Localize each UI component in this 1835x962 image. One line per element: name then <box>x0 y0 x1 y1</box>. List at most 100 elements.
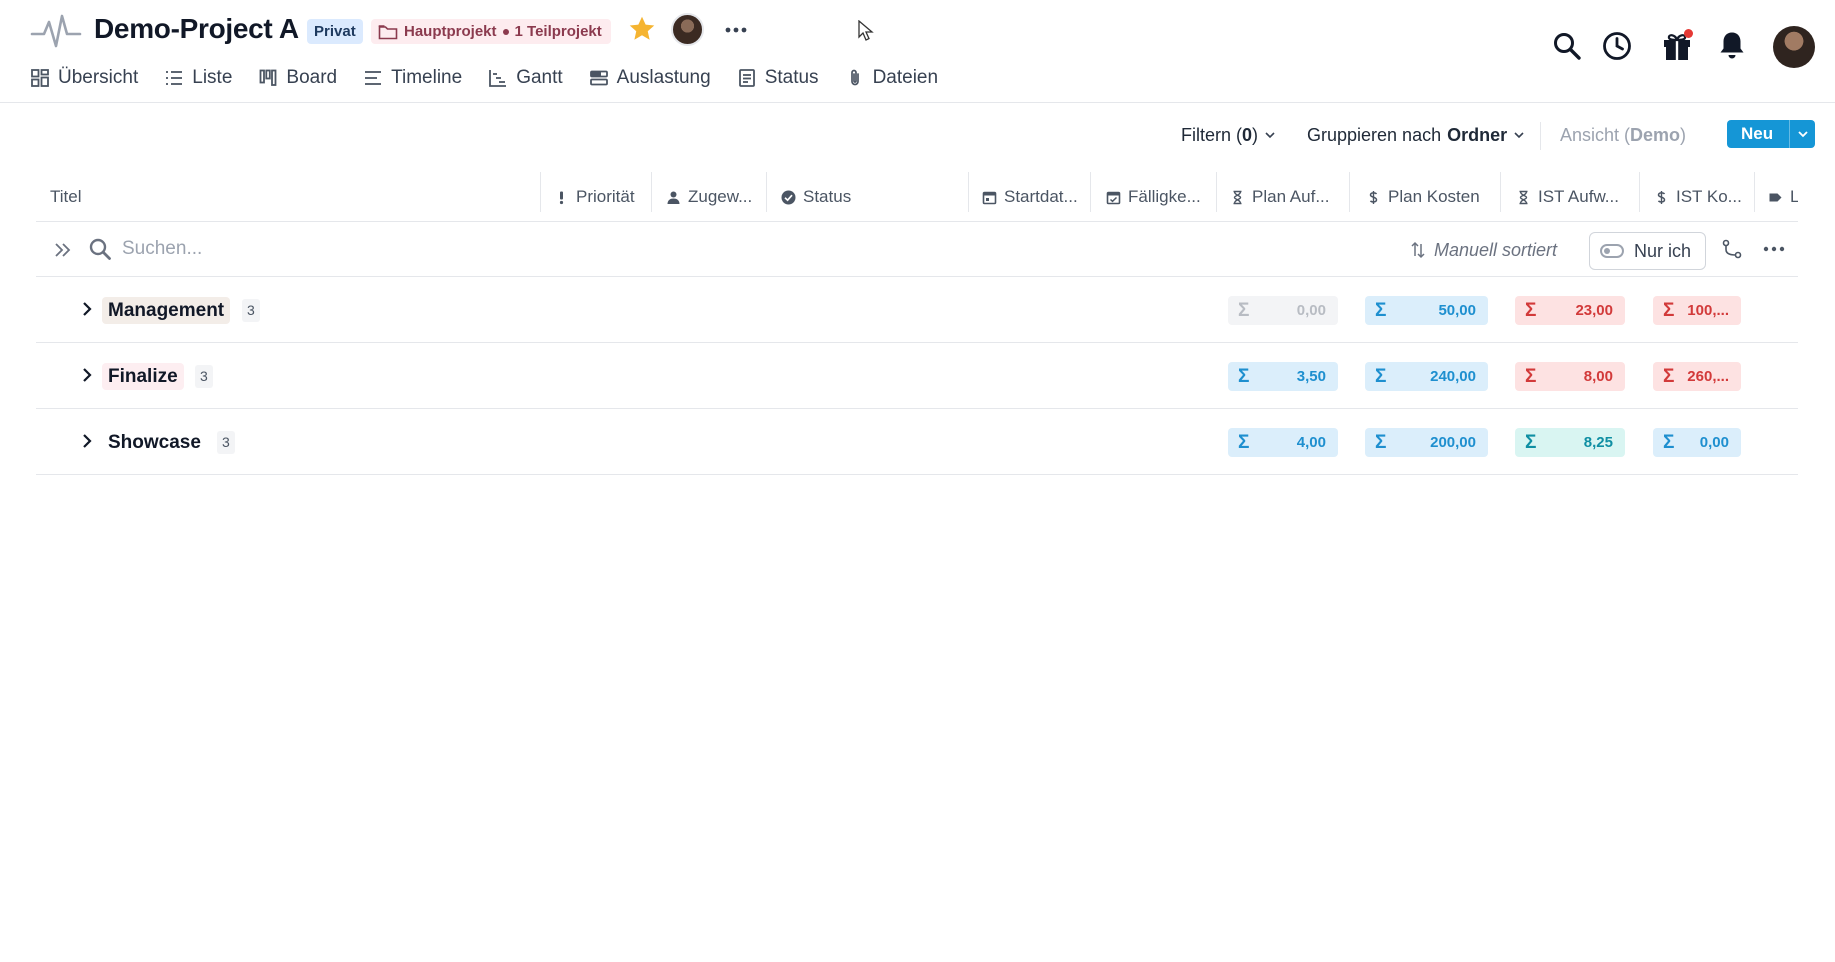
list-icon <box>166 71 183 85</box>
column-plan-effort[interactable]: Plan Auf... <box>1230 172 1340 222</box>
priority-exclamation-icon <box>559 191 564 204</box>
user-avatar[interactable] <box>1773 26 1815 68</box>
only-me-label: Nur ich <box>1634 240 1692 261</box>
group-row-management[interactable]: Management 3 Σ 0,00 Σ 50,00 Σ 23,00 Σ 100,..… <box>36 277 1798 343</box>
tab-board[interactable]: Board <box>258 64 337 92</box>
tab-list[interactable]: Liste <box>164 64 232 92</box>
dollar-icon <box>1657 190 1666 204</box>
tab-gantt[interactable]: Gantt <box>488 64 563 92</box>
search-icon[interactable] <box>1550 29 1584 63</box>
sum-actual-cost: Σ 100,... <box>1653 296 1741 325</box>
column-actual-cost[interactable]: IST Ko... <box>1654 172 1754 222</box>
subproject-count: 1 Teilprojekt <box>514 23 602 40</box>
tab-timeline[interactable]: Timeline <box>363 64 462 92</box>
group-name[interactable]: Management <box>102 297 231 324</box>
column-separator <box>766 172 767 212</box>
column-plan-cost[interactable]: Plan Kosten <box>1366 172 1506 222</box>
column-separator <box>1639 172 1640 212</box>
sum-plan-effort: Σ 0,00 <box>1228 296 1338 325</box>
group-name[interactable]: Showcase <box>102 429 207 456</box>
sum-plan-cost: Σ 50,00 <box>1365 296 1488 325</box>
column-separator <box>968 172 969 212</box>
tab-files[interactable]: Dateien <box>845 64 938 92</box>
pulse-logo-icon <box>30 14 82 48</box>
top-bar: Demo-Project A Privat Hauptprojekt 1 Tei… <box>0 0 1835 68</box>
chevron-right-icon[interactable] <box>78 432 96 450</box>
column-separator <box>1500 172 1501 212</box>
new-dropdown-toggle[interactable] <box>1790 128 1815 140</box>
chevron-right-icon[interactable] <box>78 366 96 384</box>
view-selector[interactable]: Ansicht (Demo) <box>1560 120 1686 150</box>
check-circle-icon <box>781 190 796 204</box>
sum-actual-cost: Σ 260,... <box>1653 362 1741 391</box>
tab-overview-label: Übersicht <box>58 67 139 88</box>
notification-bell-icon[interactable] <box>1715 29 1749 63</box>
sum-actual-cost: Σ 0,00 <box>1653 428 1741 457</box>
new-button[interactable]: Neu <box>1727 120 1815 148</box>
chevron-right-icon[interactable] <box>78 300 96 318</box>
sum-actual-effort: Σ 8,25 <box>1515 428 1625 457</box>
chevron-down-icon <box>1265 132 1275 139</box>
column-assignee[interactable]: Zugew... <box>666 172 786 222</box>
column-separator <box>1216 172 1217 212</box>
group-name[interactable]: Finalize <box>102 363 184 390</box>
search-icon <box>89 238 111 260</box>
column-priority[interactable]: Priorität <box>554 172 654 222</box>
view-value: Demo <box>1630 124 1681 145</box>
only-me-toggle[interactable]: Nur ich <box>1589 232 1706 270</box>
separator-dot <box>502 28 509 35</box>
gantt-icon <box>489 70 507 87</box>
column-actual-effort[interactable]: IST Aufw... <box>1516 172 1626 222</box>
group-row-showcase[interactable]: Showcase 3 Σ 4,00 Σ 200,00 Σ 8,25 Σ 0,00 <box>36 409 1798 475</box>
chevron-down-icon <box>1514 132 1524 139</box>
favorite-star-icon[interactable] <box>627 14 657 44</box>
column-start-date[interactable]: Startdat... <box>982 172 1082 222</box>
workload-icon <box>589 70 608 86</box>
tab-status[interactable]: Status <box>737 64 819 92</box>
person-icon <box>667 191 680 204</box>
column-due-date[interactable]: Fälligke... <box>1106 172 1206 222</box>
sum-plan-cost: Σ 200,00 <box>1365 428 1488 457</box>
sort-button[interactable]: Manuell sortiert <box>1410 236 1557 264</box>
new-button-label: Neu <box>1741 124 1774 143</box>
column-header-row: Titel Priorität Zugew... Status Startdat… <box>36 172 1798 222</box>
mouse-cursor-icon <box>858 20 874 41</box>
column-separator <box>1090 172 1091 212</box>
column-status[interactable]: Status <box>781 172 931 222</box>
label-tag-icon <box>1769 193 1782 201</box>
tab-workload[interactable]: Auslastung <box>589 64 711 92</box>
column-separator <box>1349 172 1350 212</box>
group-row-finalize[interactable]: Finalize 3 Σ 3,50 Σ 240,00 Σ 8,00 Σ 260,... <box>36 343 1798 409</box>
paperclip-icon <box>850 69 859 86</box>
tab-list-label: Liste <box>192 67 233 88</box>
sum-plan-effort: Σ 4,00 <box>1228 428 1338 457</box>
clock-icon[interactable] <box>1600 29 1634 63</box>
filter-count: 0 <box>1242 124 1253 145</box>
group-by-label: Gruppieren nach <box>1307 124 1442 145</box>
column-title[interactable]: Titel <box>50 172 450 222</box>
sort-arrows-icon <box>1411 241 1425 259</box>
member-avatar[interactable] <box>671 13 704 46</box>
hierarchy-icon[interactable] <box>1721 238 1743 260</box>
gift-icon[interactable] <box>1660 29 1694 63</box>
tab-overview[interactable]: Übersicht <box>30 64 138 92</box>
tab-status-label: Status <box>764 67 819 88</box>
group-by-value: Ordner <box>1447 124 1508 145</box>
group-by-button[interactable]: Gruppieren nach Ordner <box>1307 120 1525 150</box>
more-options-icon[interactable] <box>1760 238 1788 260</box>
toolbar-separator <box>1540 122 1541 150</box>
tab-workload-label: Auslastung <box>616 67 711 88</box>
column-separator <box>1754 172 1755 212</box>
more-options-icon[interactable] <box>722 18 750 42</box>
filter-button[interactable]: Filtern (0) <box>1181 120 1276 150</box>
column-labels[interactable]: L <box>1768 172 1798 222</box>
private-badge[interactable]: Privat <box>307 19 363 44</box>
timeline-icon <box>365 71 382 85</box>
search-input[interactable] <box>122 235 522 263</box>
main-project-badge[interactable]: Hauptprojekt 1 Teilprojekt <box>371 19 611 44</box>
tab-gantt-label: Gantt <box>516 67 563 88</box>
board-icon <box>259 69 277 86</box>
sum-actual-effort: Σ 23,00 <box>1515 296 1625 325</box>
hourglass-icon <box>1233 190 1242 204</box>
expand-all-icon[interactable] <box>53 240 73 260</box>
